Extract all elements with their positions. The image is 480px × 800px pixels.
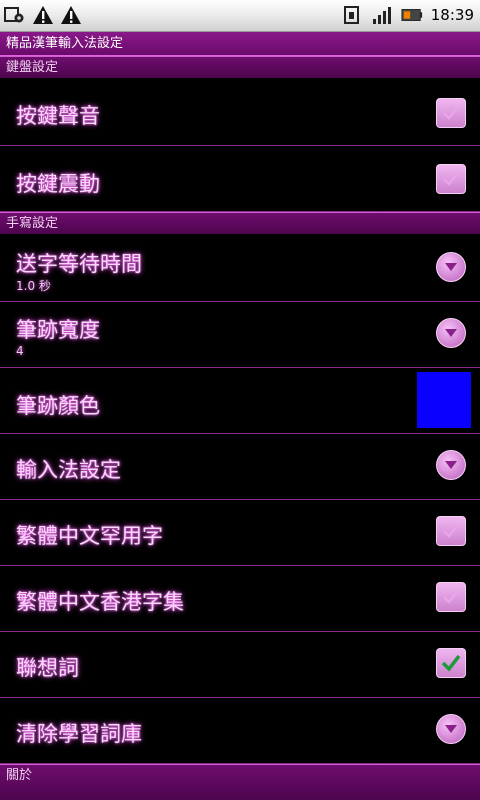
status-bar: 18:39 bbox=[0, 0, 480, 32]
setting-stroke-width[interactable]: 筆跡寬度 4 bbox=[0, 302, 480, 368]
setting-stroke-color[interactable]: 筆跡顏色 bbox=[0, 368, 480, 434]
check-icon bbox=[443, 590, 459, 604]
warning-icon bbox=[60, 4, 82, 26]
setting-hk-charset[interactable]: 繁體中文香港字集 bbox=[0, 566, 480, 632]
setting-key-vibration[interactable]: 按鍵震動 bbox=[0, 146, 480, 212]
battery-icon bbox=[401, 4, 423, 26]
checkbox-key-vibration[interactable] bbox=[436, 164, 466, 194]
section-title: 手寫設定 bbox=[6, 216, 59, 231]
setting-summary: 1.0 秒 bbox=[16, 279, 51, 293]
dropdown-arrow-icon[interactable] bbox=[436, 450, 466, 480]
app-title: 精品漢筆輸入法設定 bbox=[6, 36, 124, 51]
chevron-down-icon bbox=[445, 263, 457, 271]
signal-icon bbox=[371, 4, 393, 26]
dropdown-arrow-icon[interactable] bbox=[436, 714, 466, 744]
app-settings-icon bbox=[4, 4, 26, 26]
setting-title: 清除學習詞庫 bbox=[16, 722, 142, 746]
setting-title: 輸入法設定 bbox=[16, 458, 121, 482]
setting-title: 筆跡寬度 bbox=[16, 318, 100, 342]
setting-clear-learning[interactable]: 清除學習詞庫 bbox=[0, 698, 480, 764]
checkbox-association[interactable] bbox=[436, 648, 466, 678]
setting-title: 繁體中文香港字集 bbox=[16, 590, 184, 614]
section-title: 鍵盤設定 bbox=[6, 60, 59, 75]
setting-rare-chars[interactable]: 繁體中文罕用字 bbox=[0, 500, 480, 566]
checkbox-key-sound[interactable] bbox=[436, 98, 466, 128]
setting-summary: 4 bbox=[16, 344, 24, 358]
status-bar-left bbox=[4, 4, 82, 26]
check-icon bbox=[443, 524, 459, 538]
setting-title: 按鍵聲音 bbox=[16, 104, 100, 128]
check-icon bbox=[441, 654, 461, 672]
checkbox-rare-chars[interactable] bbox=[436, 516, 466, 546]
setting-send-wait-time[interactable]: 送字等待時間 1.0 秒 bbox=[0, 234, 480, 302]
setting-title: 筆跡顏色 bbox=[16, 394, 100, 418]
check-icon bbox=[443, 172, 459, 186]
chevron-down-icon bbox=[445, 329, 457, 337]
setting-input-method[interactable]: 輸入法設定 bbox=[0, 434, 480, 500]
setting-title: 繁體中文罕用字 bbox=[16, 524, 163, 548]
section-header-about: 關於 bbox=[0, 764, 480, 800]
section-title: 關於 bbox=[6, 768, 33, 783]
setting-key-sound[interactable]: 按鍵聲音 bbox=[0, 78, 480, 146]
check-icon bbox=[443, 106, 459, 120]
sim-icon bbox=[341, 4, 363, 26]
section-header-keyboard: 鍵盤設定 bbox=[0, 56, 480, 78]
setting-association[interactable]: 聯想詞 bbox=[0, 632, 480, 698]
chevron-down-icon bbox=[445, 461, 457, 469]
dropdown-arrow-icon[interactable] bbox=[436, 318, 466, 348]
section-header-handwriting: 手寫設定 bbox=[0, 212, 480, 234]
setting-title: 送字等待時間 bbox=[16, 252, 142, 276]
setting-title: 按鍵震動 bbox=[16, 172, 100, 196]
checkbox-hk-charset[interactable] bbox=[436, 582, 466, 612]
dropdown-arrow-icon[interactable] bbox=[436, 252, 466, 282]
app-title-bar: 精品漢筆輸入法設定 bbox=[0, 32, 480, 56]
warning-icon bbox=[32, 4, 54, 26]
setting-title: 聯想詞 bbox=[16, 656, 79, 680]
status-time: 18:39 bbox=[430, 6, 474, 24]
color-swatch[interactable] bbox=[417, 372, 471, 428]
chevron-down-icon bbox=[445, 725, 457, 733]
status-bar-right: 18:39 bbox=[341, 4, 474, 26]
